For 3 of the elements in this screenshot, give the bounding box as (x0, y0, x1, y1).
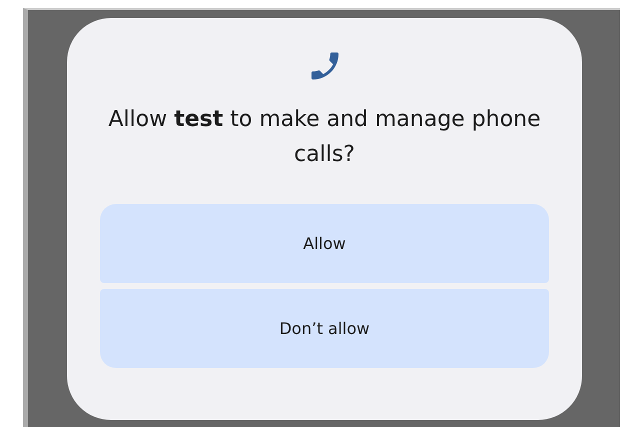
deny-button[interactable]: Don’t allow (100, 289, 549, 368)
dialog-title: Allow test to make and manage phone calls? (107, 106, 542, 169)
allow-button[interactable]: Allow (100, 204, 549, 283)
